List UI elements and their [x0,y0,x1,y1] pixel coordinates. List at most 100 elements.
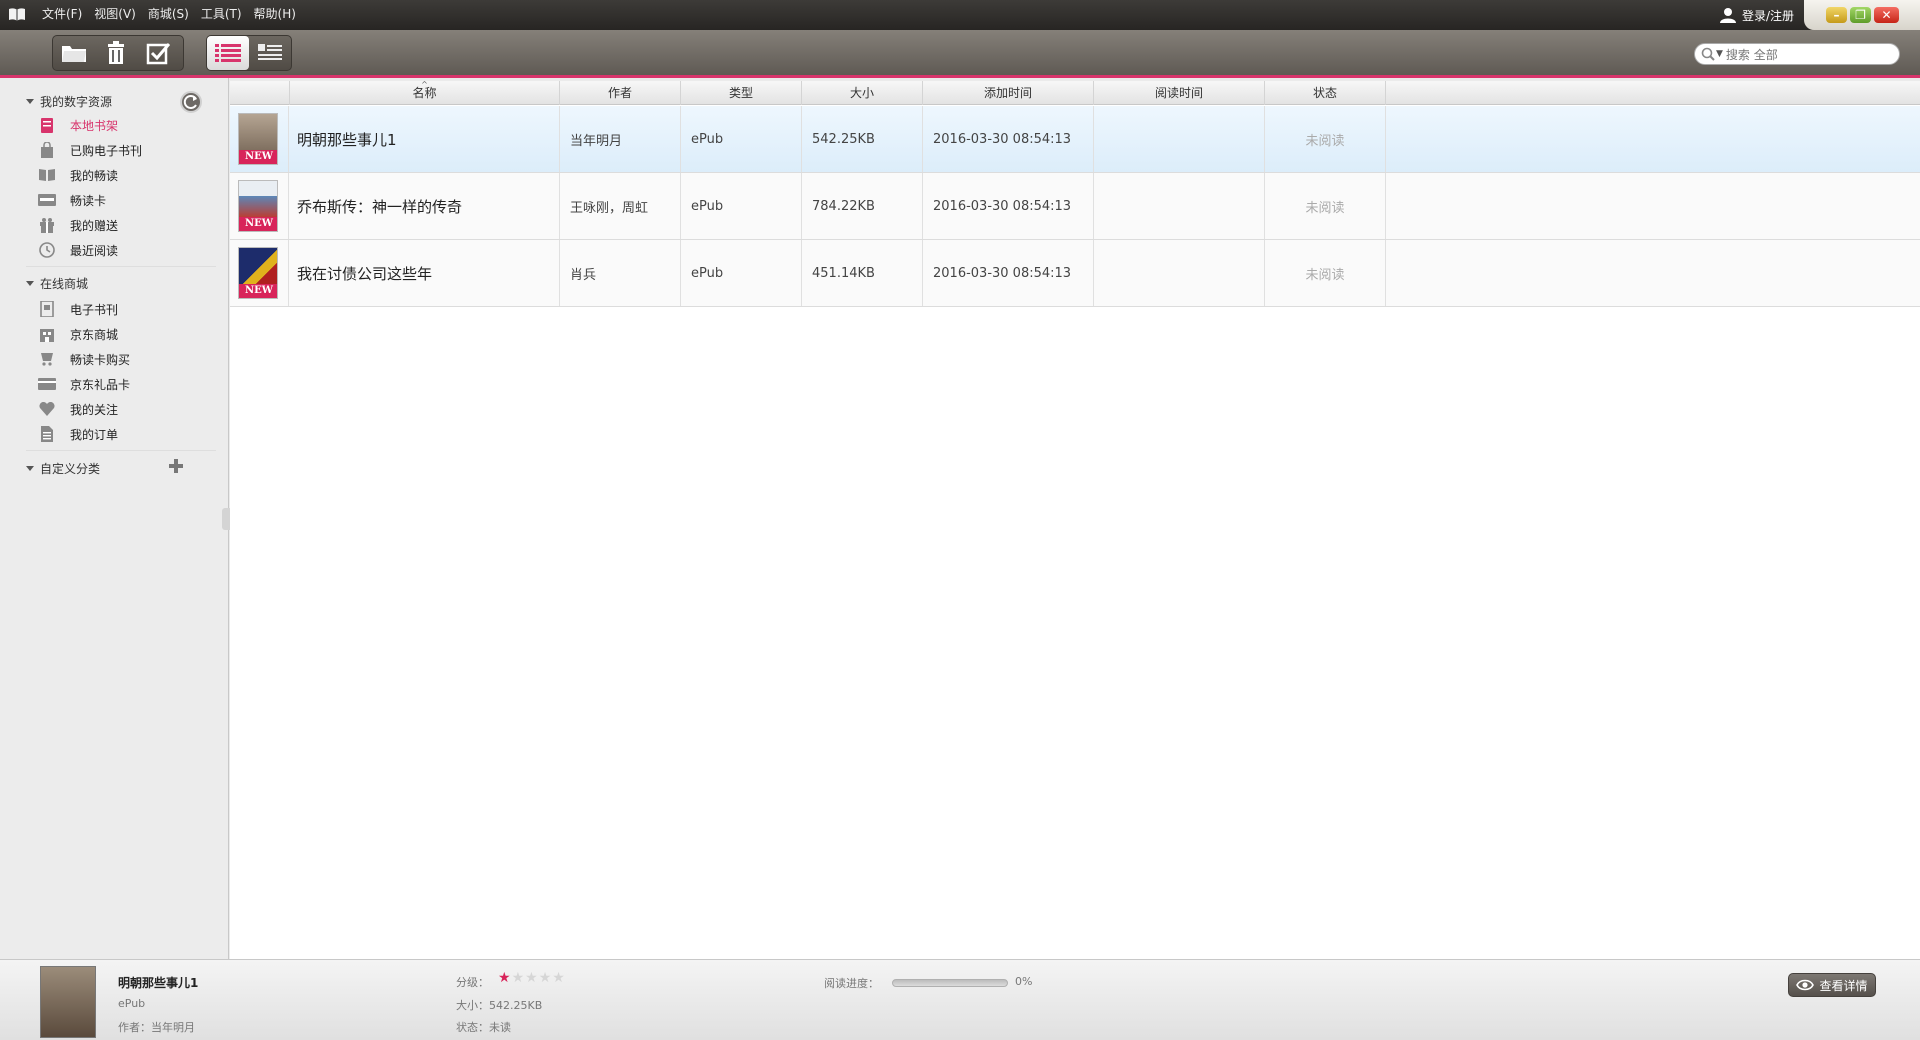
selected-book-status: 状态：未读 [456,1021,511,1034]
refresh-button[interactable] [180,91,202,113]
menu-store[interactable]: 商城(S) [142,0,195,30]
select-all-button[interactable] [137,36,179,70]
table-header: ^ 名称 作者 类型 大小 添加时间 阅读时间 状态 [230,81,1920,105]
book-read-time [1094,173,1265,239]
close-button[interactable]: ✕ [1874,7,1899,23]
search-box[interactable]: ▼ 搜索 全部 [1694,43,1900,65]
sidebar-item-label: 我的畅读 [70,168,119,183]
column-size[interactable]: 大小 [802,81,923,105]
section-label: 我的数字资源 [40,95,113,109]
book-status: 未阅读 [1265,173,1386,239]
sort-asc-icon: ^ [421,80,428,89]
menu-file[interactable]: 文件(F) [36,0,88,30]
column-label: 状态 [1312,86,1337,100]
sidebar-item-orders[interactable]: 我的订单 [38,422,118,446]
sidebar-item-favorites[interactable]: 我的关注 [38,397,118,421]
column-name[interactable]: ^ 名称 [290,81,560,105]
login-register-link[interactable]: 登录/注册 [1719,0,1794,30]
book-read-time [1094,240,1265,306]
column-label: 类型 [728,86,753,100]
column-read-time[interactable]: 阅读时间 [1094,81,1265,105]
bookshelf-icon [38,117,56,133]
sidebar-item-recent[interactable]: 最近阅读 [38,238,118,262]
column-type[interactable]: 类型 [681,81,802,105]
maximize-button[interactable]: ❐ [1850,7,1871,23]
book-added-time: 2016-03-30 08:54:13 [923,240,1094,306]
book-name: 明朝那些事儿1 [289,106,560,172]
ebook-icon [38,301,56,317]
book-cover-cell: NEW [230,240,289,306]
menu-help[interactable]: 帮助(H) [248,0,302,30]
book-list-panel: ^ 名称 作者 类型 大小 添加时间 阅读时间 状态 NEW 明朝那些事儿1 当… [230,81,1920,959]
table-row[interactable]: NEW 乔布斯传：神一样的传奇 王咏刚，周虹 ePub 784.22KB 201… [230,173,1920,240]
trash-icon [108,41,124,64]
sidebar-item-label: 京东礼品卡 [70,377,131,392]
selected-book-author: 作者：当年明月 [118,1021,195,1034]
book-logo-icon [9,8,25,21]
collapse-arrow-icon [26,466,34,471]
book-type: ePub [681,240,802,306]
book-added-time: 2016-03-30 08:54:13 [923,106,1094,172]
sidebar-collapse-handle[interactable] [222,508,230,530]
progress-label: 阅读进度： [824,977,879,990]
selected-book-title: 明朝那些事儿1 [118,976,199,990]
sidebar-item-local-shelf[interactable]: 本地书架 [0,113,230,137]
column-status[interactable]: 状态 [1265,81,1386,105]
column-label: 阅读时间 [1154,86,1203,100]
detail-view-button[interactable] [249,36,291,70]
view-mode-group [206,35,292,71]
refresh-icon [183,95,197,109]
sidebar-item-jd-mall[interactable]: 京东商城 [38,322,118,346]
star-icon[interactable]: ★ [539,970,552,986]
sidebar-item-label: 京东商城 [70,327,119,342]
book-type: ePub [681,173,802,239]
selected-book-type: ePub [118,997,146,1010]
column-added[interactable]: 添加时间 [923,81,1094,105]
view-details-button[interactable]: 查看详情 [1788,973,1876,997]
book-cover-cell: NEW [230,173,289,239]
sidebar-item-ebooks[interactable]: 电子书刊 [38,297,118,321]
menu-view[interactable]: 视图(V) [88,0,142,30]
login-label: 登录/注册 [1741,8,1794,23]
rating-stars[interactable]: ★ ★ ★ ★ ★ [498,970,565,986]
building-icon [38,326,56,342]
sidebar-item-read-card[interactable]: 畅读卡 [38,188,106,212]
sidebar-item-gift-card[interactable]: 京东礼品卡 [38,372,130,396]
cart-icon [38,351,56,367]
sidebar-item-my-reads[interactable]: 我的畅读 [38,163,118,187]
book-size: 784.22KB [802,173,923,239]
delete-button[interactable] [95,36,137,70]
search-dropdown-icon[interactable]: ▼ [1716,49,1723,59]
column-thumb [230,81,290,105]
book-info-panel: 明朝那些事儿1 ePub 作者：当年明月 分级： ★ ★ ★ ★ ★ 大小：542.25… [0,959,1920,1040]
book-status: 未阅读 [1265,240,1386,306]
book-size: 542.25KB [802,106,923,172]
sidebar-item-buy-read-card[interactable]: 畅读卡购买 [38,347,130,371]
sidebar-item-purchased-ebooks[interactable]: 已购电子书刊 [38,138,142,162]
minimize-button[interactable]: – [1826,7,1847,23]
column-label: 添加时间 [983,86,1032,100]
add-category-button[interactable] [168,458,184,477]
star-icon[interactable]: ★ [525,970,538,986]
list-view-button[interactable] [207,36,249,70]
document-icon [38,426,56,442]
sidebar-item-label: 最近阅读 [70,243,119,258]
section-online-store[interactable]: 在线商城 [26,275,88,292]
star-icon[interactable]: ★ [498,970,511,986]
book-author: 王咏刚，周虹 [560,173,681,239]
section-my-resources[interactable]: 我的数字资源 [26,93,112,110]
star-icon[interactable]: ★ [512,970,525,986]
table-row[interactable]: NEW 我在讨债公司这些年 肖兵 ePub 451.14KB 2016-03-3… [230,240,1920,307]
section-custom-categories[interactable]: 自定义分类 [26,460,100,477]
bag-icon [38,142,56,158]
column-author[interactable]: 作者 [560,81,681,105]
book-cover: NEW [238,180,278,232]
open-folder-button[interactable] [53,36,95,70]
clock-icon [38,242,56,258]
book-name: 我在讨债公司这些年 [289,240,560,306]
menu-tools[interactable]: 工具(T) [195,0,248,30]
sidebar-item-label: 已购电子书刊 [70,143,143,158]
sidebar-item-my-gifts[interactable]: 我的赠送 [38,213,118,237]
star-icon[interactable]: ★ [552,970,565,986]
table-row[interactable]: NEW 明朝那些事儿1 当年明月 ePub 542.25KB 2016-03-3… [230,106,1920,173]
